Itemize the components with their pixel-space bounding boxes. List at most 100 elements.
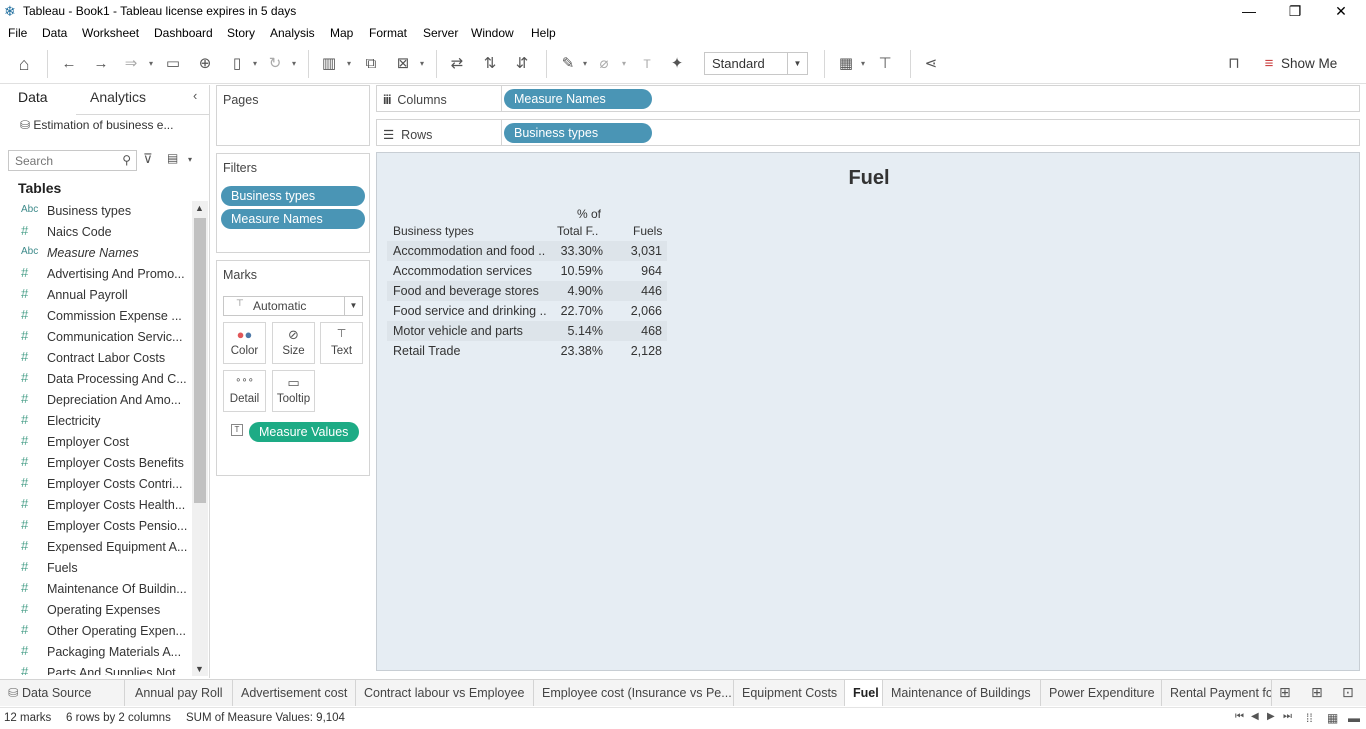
chevron-down-icon[interactable]: ▼ — [344, 297, 362, 315]
color-button[interactable]: ●● Color — [223, 322, 266, 364]
row-header-business-type[interactable]: Accommodation and food .. — [393, 244, 545, 258]
viz-title[interactable]: Fuel — [377, 167, 1361, 190]
cell-pct-total-fuels[interactable]: 10.59% — [561, 264, 603, 278]
replay-icon[interactable]: ⇒ — [120, 53, 142, 75]
field-item[interactable]: # Contract Labor Costs — [0, 348, 190, 369]
columns-shelf[interactable]: iii Columns Measure Names — [376, 85, 1360, 112]
field-item[interactable]: # Fuels — [0, 558, 190, 579]
field-item[interactable]: # Expensed Equipment A... — [0, 537, 190, 558]
rows-shelf[interactable]: ☰ Rows Business types — [376, 119, 1360, 146]
show-mark-labels-icon[interactable]: T — [637, 53, 657, 75]
field-item[interactable]: # Communication Servic... — [0, 327, 190, 348]
view-list-icon[interactable]: ▤ — [167, 151, 178, 165]
field-item[interactable]: # Electricity — [0, 411, 190, 432]
clear-dropdown-icon[interactable]: ▾ — [418, 53, 426, 75]
field-item[interactable]: # Advertising And Promo... — [0, 264, 190, 285]
field-item[interactable]: # Naics Code — [0, 222, 190, 243]
table-row[interactable]: Accommodation services 10.59% 964 — [387, 261, 667, 281]
text-encoding-icon[interactable]: T — [231, 424, 243, 436]
menu-analysis[interactable]: Analysis — [270, 26, 315, 40]
cell-pct-total-fuels[interactable]: 23.38% — [561, 344, 603, 358]
viz-canvas[interactable]: Fuel Business types % of Total F.. Fuels… — [376, 152, 1360, 671]
measure-values-pill[interactable]: Measure Values — [249, 422, 359, 442]
show-filmstrip-icon[interactable]: ⁞⁞ — [1306, 711, 1313, 725]
refresh-icon[interactable]: ↻ — [265, 53, 285, 75]
refresh-dropdown-icon[interactable]: ▾ — [290, 53, 298, 75]
cell-fuels[interactable]: 3,031 — [631, 244, 662, 258]
new-data-source-icon[interactable]: ⊕ — [195, 53, 215, 75]
show-me-icon[interactable]: ≡ — [1259, 53, 1279, 75]
menu-worksheet[interactable]: Worksheet — [82, 26, 139, 40]
tab-data[interactable]: Data — [18, 89, 48, 105]
menu-help[interactable]: Help — [531, 26, 556, 40]
share-icon[interactable]: ⋖ — [920, 53, 942, 75]
sheet-tab[interactable]: Fuel — [845, 680, 883, 706]
undo-icon[interactable]: ← — [58, 53, 80, 75]
field-item[interactable]: Abc Measure Names — [0, 243, 190, 264]
sort-descending-icon[interactable]: ⇵ — [511, 53, 533, 75]
field-item[interactable]: # Annual Payroll — [0, 285, 190, 306]
highlight-dropdown-icon[interactable]: ▾ — [581, 53, 589, 75]
save-icon[interactable]: ▭ — [163, 53, 183, 75]
filter-pill-measure-names[interactable]: Measure Names — [221, 209, 365, 229]
columns-pill-measure-names[interactable]: Measure Names — [504, 89, 652, 109]
menu-format[interactable]: Format — [369, 26, 407, 40]
pin-axes-icon[interactable]: ✦ — [667, 53, 687, 75]
sheet-tab[interactable]: Power Expenditure — [1041, 680, 1162, 706]
next-sheet-icon[interactable]: ▶ — [1267, 711, 1275, 722]
cell-fuels[interactable]: 446 — [641, 284, 662, 298]
search-input[interactable] — [9, 151, 109, 170]
data-source-item[interactable]: ⛁ Estimation of business e... — [20, 118, 208, 132]
sheet-tab[interactable]: Rental Payment fo — [1162, 680, 1272, 706]
field-item[interactable]: # Other Operating Expen... — [0, 621, 190, 642]
sheet-tab[interactable]: Employee cost (Insurance vs Pe... — [534, 680, 734, 706]
sheet-tab[interactable]: Maintenance of Buildings — [883, 680, 1041, 706]
column-header-pct-line1[interactable]: % of — [577, 207, 601, 221]
redo-icon[interactable]: → — [90, 53, 112, 75]
cell-pct-total-fuels[interactable]: 22.70% — [561, 304, 603, 318]
first-sheet-icon[interactable]: ⏮ — [1235, 711, 1244, 722]
detail-button[interactable]: ∘∘∘ Detail — [223, 370, 266, 412]
table-row[interactable]: Motor vehicle and parts 5.14% 468 — [387, 321, 667, 341]
collapse-pane-icon[interactable]: ‹ — [193, 88, 197, 103]
filter-icon[interactable]: ⊽ — [143, 151, 153, 167]
group-dropdown-icon[interactable]: ▾ — [620, 53, 628, 75]
sheet-tab[interactable]: Contract labour vs Employee — [356, 680, 534, 706]
restore-button[interactable]: ❐ — [1272, 0, 1318, 22]
table-row[interactable]: Food service and drinking .. 22.70% 2,066 — [387, 301, 667, 321]
scroll-down-icon[interactable]: ▼ — [195, 664, 204, 674]
menu-file[interactable]: File — [8, 26, 27, 40]
new-worksheet-tab-icon[interactable]: ⊞ — [1279, 684, 1291, 701]
new-dashboard-tab-icon[interactable]: ⊞ — [1311, 684, 1323, 701]
menu-story[interactable]: Story — [227, 26, 255, 40]
presentation-mode-icon[interactable]: ⊤ — [874, 53, 896, 75]
pause-updates-icon[interactable]: ▯ — [227, 53, 247, 75]
minimize-button[interactable]: — — [1226, 0, 1272, 22]
column-header-business-types[interactable]: Business types — [393, 224, 474, 238]
filter-pill-business-types[interactable]: Business types — [221, 186, 365, 206]
search-field[interactable]: ⚲ — [8, 150, 137, 171]
cell-pct-total-fuels[interactable]: 5.14% — [568, 324, 603, 338]
field-item[interactable]: # Maintenance Of Buildin... — [0, 579, 190, 600]
menu-dashboard[interactable]: Dashboard — [154, 26, 213, 40]
new-worksheet-dropdown-icon[interactable]: ▾ — [345, 53, 353, 75]
menu-window[interactable]: Window — [471, 26, 514, 40]
prev-sheet-icon[interactable]: ◀ — [1251, 711, 1259, 722]
new-story-tab-icon[interactable]: ⊡ — [1342, 684, 1354, 701]
tooltip-button[interactable]: ▭ Tooltip — [272, 370, 315, 412]
tab-data-source[interactable]: ⛁ Data Source — [0, 680, 125, 706]
field-item[interactable]: # Employer Costs Benefits — [0, 453, 190, 474]
fit-mode-select[interactable]: Standard ▼ — [704, 52, 808, 75]
paint-brush-icon[interactable]: ⊓ — [1222, 53, 1246, 75]
field-item[interactable]: # Packaging Materials A... — [0, 642, 190, 663]
swap-rows-columns-icon[interactable]: ⇄ — [446, 53, 468, 75]
cell-fuels[interactable]: 964 — [641, 264, 662, 278]
highlight-icon[interactable]: ✎ — [557, 53, 579, 75]
group-members-icon[interactable]: ⌀ — [594, 53, 614, 75]
field-item[interactable]: # Employer Costs Pensio... — [0, 516, 190, 537]
home-icon[interactable]: ⌂ — [12, 53, 36, 75]
scroll-up-icon[interactable]: ▲ — [195, 203, 204, 213]
pause-dropdown-icon[interactable]: ▾ — [251, 53, 259, 75]
text-button[interactable]: ⊤ Text — [320, 322, 363, 364]
chevron-down-icon[interactable]: ▼ — [787, 53, 807, 74]
